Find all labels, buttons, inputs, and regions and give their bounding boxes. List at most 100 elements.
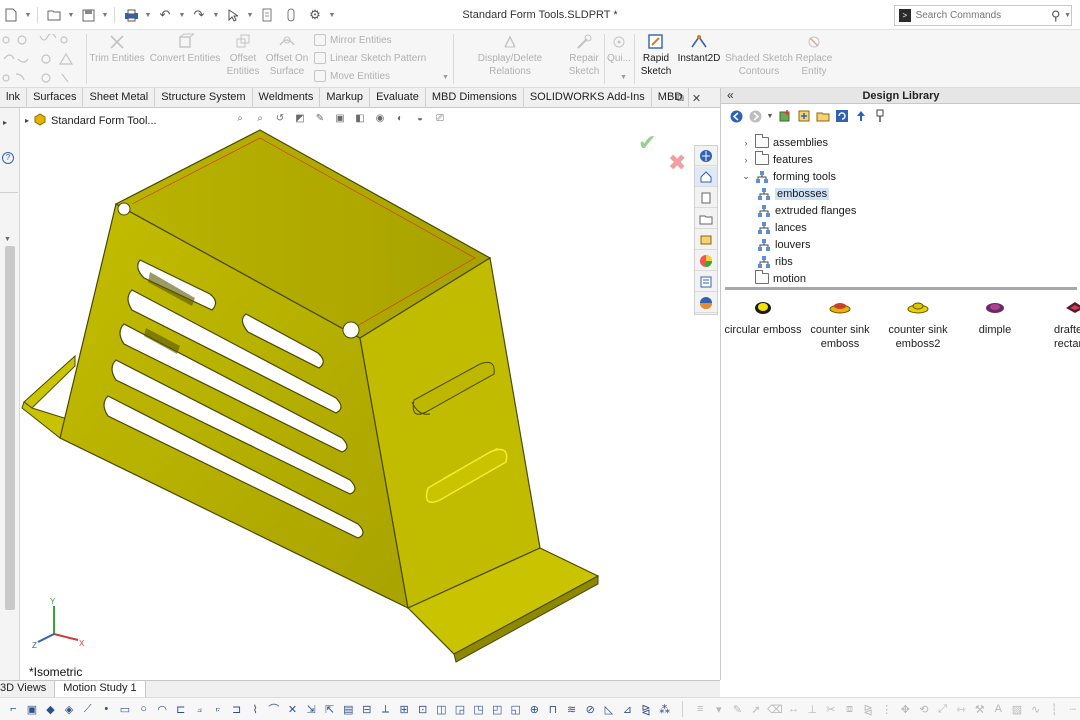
add-file-location-icon[interactable] bbox=[797, 109, 811, 123]
mirror-small-icon[interactable]: ⧎ bbox=[861, 702, 876, 717]
design-library-icon[interactable] bbox=[695, 167, 717, 187]
tab-motion-study-1[interactable]: Motion Study 1 bbox=[55, 681, 146, 697]
3dexperience-icon[interactable] bbox=[695, 293, 717, 313]
centerline-icon[interactable]: ┄ bbox=[1065, 702, 1080, 717]
rapid-sketch-button[interactable]: Rapid Sketch bbox=[638, 30, 674, 88]
trim-small-icon[interactable]: ✂ bbox=[824, 702, 839, 717]
mirror-entities-button[interactable]: Mirror Entities bbox=[314, 32, 392, 48]
circle-icon[interactable]: ○ bbox=[136, 702, 151, 717]
rotate-small-icon[interactable]: ⟲ bbox=[917, 702, 932, 717]
repair-sketch-button[interactable]: Repair Sketch bbox=[566, 30, 602, 88]
quick-snaps-button[interactable]: Qui... bbox=[606, 30, 632, 88]
jog-icon[interactable]: ⌇ bbox=[248, 702, 263, 717]
replace-entity-button[interactable]: Replace Entity bbox=[794, 30, 834, 88]
pattern-feature-icon[interactable]: ⁂ bbox=[657, 702, 672, 717]
shaded-sketch-contours-button[interactable]: Shaded Sketch Contours bbox=[724, 30, 794, 88]
tab-mbd-dimensions[interactable]: MBD Dimensions bbox=[426, 88, 524, 108]
pattern-small-icon[interactable]: ⋮ bbox=[879, 702, 894, 717]
rectangle-icon[interactable]: ▭ bbox=[118, 702, 133, 717]
up-one-level-icon[interactable] bbox=[854, 109, 868, 123]
options-gear-icon[interactable]: ⚙ bbox=[304, 5, 326, 25]
close-document-icon[interactable]: ✕ bbox=[692, 92, 701, 105]
collapse-panel-icon[interactable]: « bbox=[727, 88, 734, 103]
search-dropdown-icon[interactable]: ▼ bbox=[1064, 12, 1071, 19]
file-explorer-icon[interactable] bbox=[695, 188, 717, 208]
library-item-counter-sink-emboss2[interactable]: counter sink emboss2 bbox=[878, 300, 958, 351]
welded-corner-icon[interactable]: ◰ bbox=[490, 702, 505, 717]
repair-small-icon[interactable]: ⚒ bbox=[972, 702, 987, 717]
print-icon[interactable] bbox=[120, 5, 142, 25]
collapse-arrow-icon[interactable]: ▼ bbox=[4, 236, 11, 243]
construction-icon[interactable]: ┆ bbox=[1047, 702, 1062, 717]
collapse-arrow-icon[interactable]: ⌄ bbox=[741, 171, 751, 182]
move-small-icon[interactable]: ✥ bbox=[898, 702, 913, 717]
help-icon[interactable]: ? bbox=[2, 152, 14, 164]
sketch-picture-icon[interactable]: ▨ bbox=[1010, 702, 1025, 717]
open-dropdown-icon[interactable]: ▼ bbox=[67, 12, 75, 19]
relation-icon[interactable]: ⊥ bbox=[805, 702, 820, 717]
quick-snaps-dropdown-icon[interactable]: ▼ bbox=[620, 74, 627, 81]
new-dropdown-icon[interactable]: ▼ bbox=[24, 12, 32, 19]
tab-surfaces[interactable]: Surfaces bbox=[27, 88, 84, 108]
mirror-feature-icon[interactable]: ⧎ bbox=[639, 702, 654, 717]
tree-item-lances[interactable]: lances bbox=[757, 219, 807, 236]
no-bends-icon[interactable]: ⊟ bbox=[360, 702, 375, 717]
restore-window-icon[interactable]: ⧉ bbox=[676, 92, 684, 105]
tab-3d-views[interactable]: 3D Views bbox=[0, 681, 56, 697]
tree-item-embosses[interactable]: embosses bbox=[757, 185, 830, 202]
lofted-bend-icon[interactable]: ◫ bbox=[434, 702, 449, 717]
convert-entities-button[interactable]: Convert Entities bbox=[148, 30, 222, 88]
expand-arrow-icon[interactable]: › bbox=[741, 155, 751, 165]
refresh-icon[interactable] bbox=[835, 109, 849, 123]
save-icon[interactable] bbox=[77, 5, 99, 25]
create-new-folder-icon[interactable] bbox=[816, 109, 830, 123]
search-input[interactable] bbox=[915, 10, 1048, 21]
insert-bends-icon[interactable]: ⊞ bbox=[397, 702, 412, 717]
trim-entities-button[interactable]: Trim Entities bbox=[88, 30, 146, 88]
library-item-drafted-rectangle[interactable]: drafte rectang bbox=[1032, 300, 1080, 351]
sheet-metal-part-model[interactable] bbox=[20, 108, 718, 680]
custom-properties-icon[interactable] bbox=[695, 272, 717, 292]
fold-icon[interactable]: ⇱ bbox=[322, 702, 337, 717]
vent-icon[interactable]: ≋ bbox=[564, 702, 579, 717]
tree-item-motion[interactable]: motion bbox=[741, 270, 806, 287]
instant2d-button[interactable]: Instant2D bbox=[676, 30, 722, 88]
library-pane-splitter[interactable] bbox=[725, 287, 1077, 290]
offset-on-surface-button[interactable]: Offset On Surface bbox=[264, 30, 310, 88]
closed-corner-icon[interactable]: ◳ bbox=[471, 702, 486, 717]
redo-dropdown-icon[interactable]: ▼ bbox=[212, 12, 220, 19]
tab-sketch-ink[interactable]: lnk bbox=[0, 88, 28, 108]
left-panel-scrollbar[interactable] bbox=[5, 246, 15, 610]
save-dropdown-icon[interactable]: ▼ bbox=[101, 12, 109, 19]
hem-icon[interactable]: ⊐ bbox=[229, 702, 244, 717]
revolved-boss-icon[interactable]: ◆ bbox=[43, 702, 58, 717]
point-icon[interactable]: • bbox=[99, 702, 114, 717]
file-properties-icon[interactable] bbox=[280, 5, 302, 25]
linear-sketch-pattern-button[interactable]: Linear Sketch Pattern bbox=[314, 50, 426, 66]
corner-relief-icon[interactable]: ◲ bbox=[453, 702, 468, 717]
select-arrow-icon[interactable] bbox=[222, 5, 244, 25]
line-icon[interactable]: ⟋ bbox=[80, 702, 95, 717]
print-dropdown-icon[interactable]: ▼ bbox=[144, 12, 152, 19]
redo-icon[interactable]: ↷ bbox=[188, 5, 210, 25]
tab-and-slot-icon[interactable]: ⊓ bbox=[546, 702, 561, 717]
select-pointer-icon[interactable]: ➚ bbox=[749, 702, 764, 717]
options-dropdown-icon[interactable]: ▼ bbox=[328, 12, 336, 19]
sketch-icon[interactable]: ⌐ bbox=[6, 702, 21, 717]
tab-weldments[interactable]: Weldments bbox=[253, 88, 321, 108]
undo-dropdown-icon[interactable]: ▼ bbox=[178, 12, 186, 19]
list-icon[interactable]: ≡ bbox=[693, 702, 708, 717]
library-item-counter-sink-emboss[interactable]: counter sink emboss bbox=[800, 300, 880, 351]
spline-small-icon[interactable]: ∿ bbox=[1028, 702, 1043, 717]
edge-flange-icon[interactable]: ⟓ bbox=[192, 702, 207, 717]
search-commands-box[interactable]: > ⚲ ▼ bbox=[894, 5, 1072, 26]
select-dropdown-icon[interactable]: ▼ bbox=[246, 12, 254, 19]
offset-small-icon[interactable]: ⧈ bbox=[842, 702, 857, 717]
expand-arrow-icon[interactable]: › bbox=[741, 138, 751, 148]
arc-icon[interactable]: ◠ bbox=[155, 702, 170, 717]
tree-item-ribs[interactable]: ribs bbox=[757, 253, 793, 270]
undo-icon[interactable]: ↶ bbox=[154, 5, 176, 25]
library-item-dimple[interactable]: dimple bbox=[955, 300, 1035, 337]
appearances-icon[interactable] bbox=[695, 230, 717, 250]
tree-item-louvers[interactable]: louvers bbox=[757, 236, 810, 253]
